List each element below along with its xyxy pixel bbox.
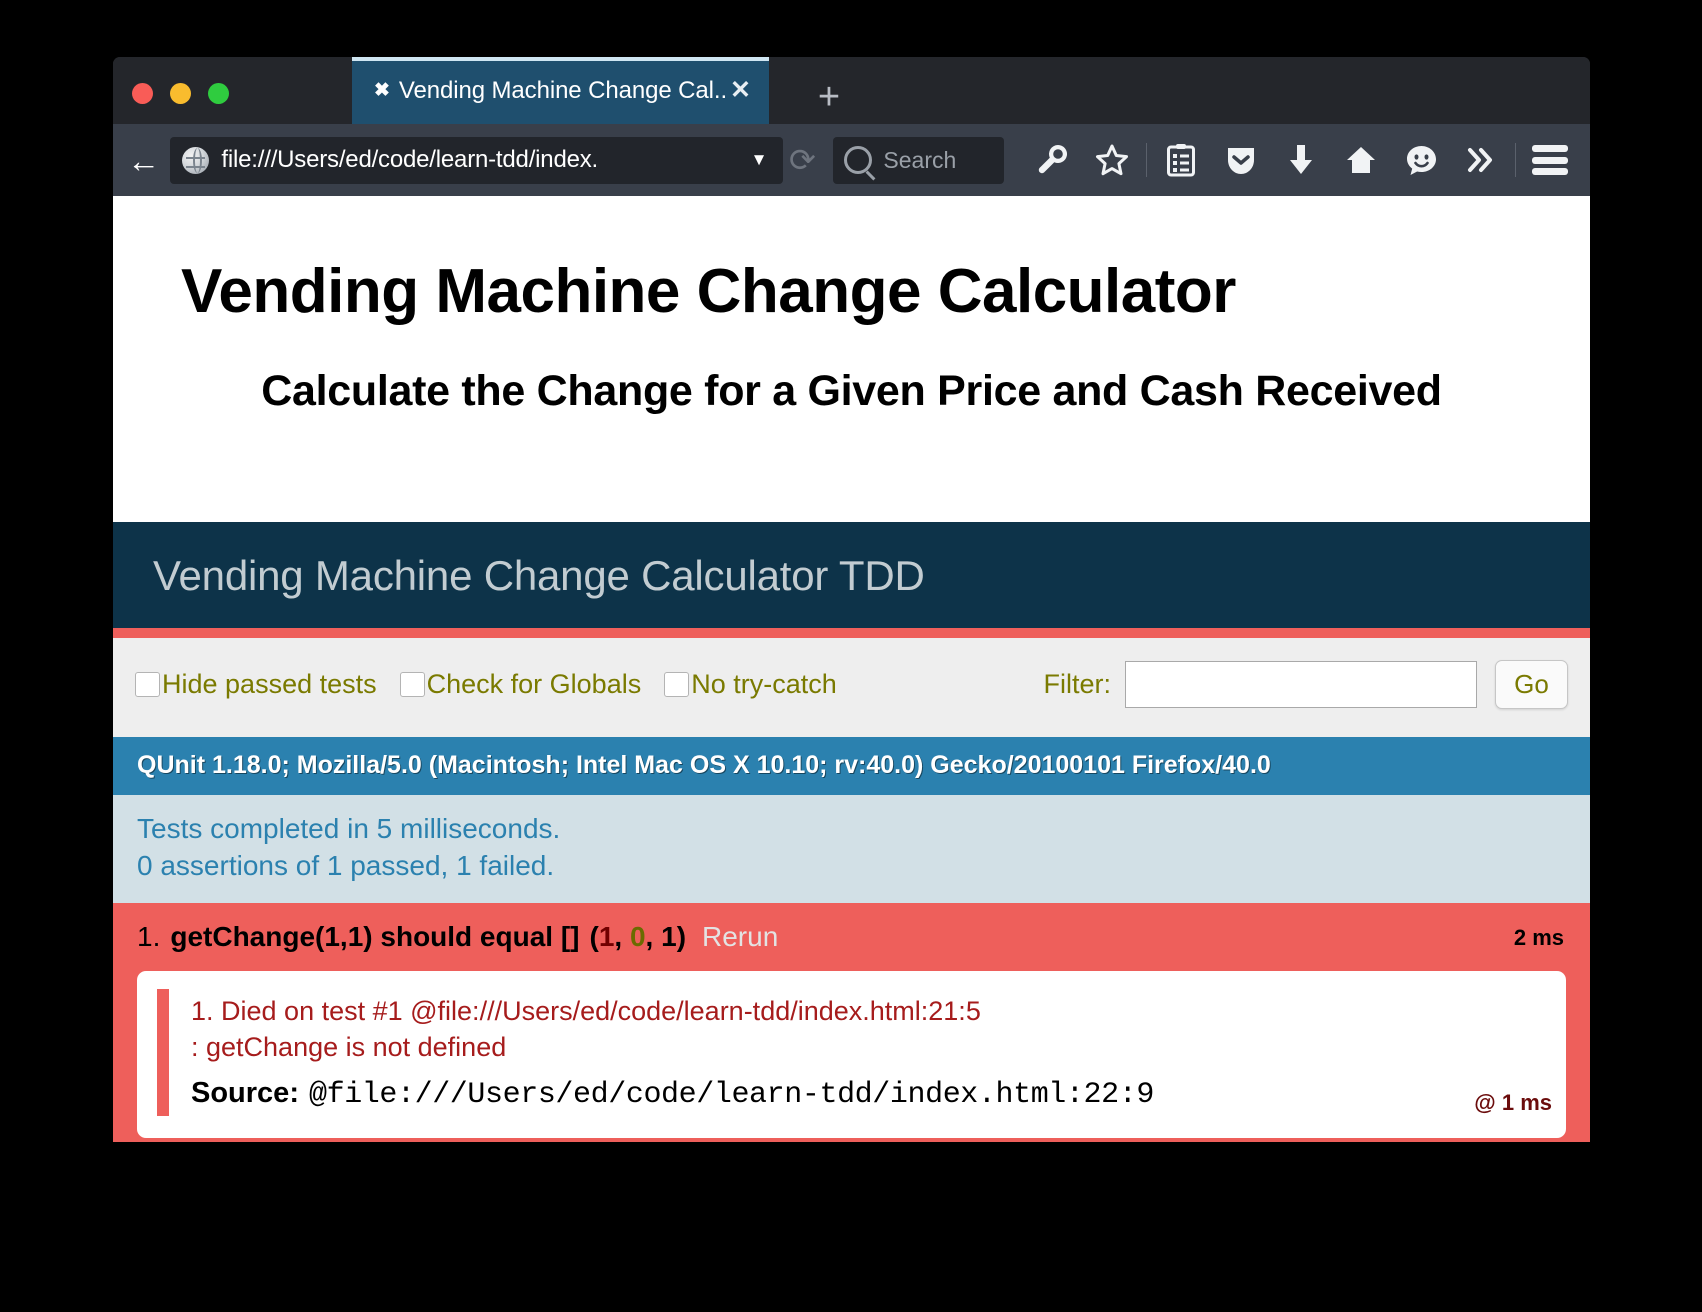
browser-window: ✖ Vending Machine Change Cal... ✕ + ← fi… — [113, 57, 1590, 1142]
navigation-toolbar: ← file:///Users/ed/code/learn-tdd/index.… — [113, 124, 1590, 196]
tab-favicon-icon: ✖ — [374, 80, 390, 101]
test-counter: 1. — [137, 920, 161, 952]
assertion-message-line-2: : getChange is not defined — [191, 1032, 507, 1063]
zoom-window-button[interactable] — [208, 83, 229, 104]
toolbar-divider — [1146, 143, 1147, 177]
assertion-item-failed: 1. Died on test #1 @file:///Users/ed/cod… — [157, 988, 1546, 1117]
home-icon[interactable] — [1331, 134, 1391, 186]
counts-total: 1 — [661, 920, 677, 952]
hamburger-menu-icon[interactable] — [1520, 134, 1580, 186]
assertion-message-line-1: 1. Died on test #1 @file:///Users/ed/cod… — [191, 995, 981, 1026]
page-content: Vending Machine Change Calculator Calcul… — [113, 196, 1590, 1142]
window-controls — [132, 83, 229, 104]
smiley-icon[interactable] — [1391, 134, 1451, 186]
checkbox-box-icon[interactable] — [135, 672, 160, 697]
browser-tab-active[interactable]: ✖ Vending Machine Change Cal... ✕ — [352, 57, 769, 124]
checkbox-hide-passed-tests[interactable]: Hide passed tests — [135, 669, 377, 700]
checkbox-label: No try-catch — [691, 669, 837, 699]
test-runtime: 2 ms — [1513, 924, 1564, 950]
counts-sep-2: , — [645, 920, 662, 952]
go-button[interactable]: Go — [1495, 660, 1568, 709]
screen-root: ✖ Vending Machine Change Cal... ✕ + ← fi… — [0, 0, 1702, 1312]
assertions-summary-line: 0 assertions of 1 passed, 1 failed. — [137, 849, 555, 881]
qunit-toolbar: Hide passed tests Check for Globals No t… — [113, 638, 1590, 737]
back-arrow-icon[interactable]: ← — [123, 136, 164, 184]
checkbox-label: Check for Globals — [426, 669, 642, 699]
qunit-test-item-failed: 2 ms 1. getChange(1,1) should equal [] (… — [113, 902, 1590, 1142]
qunit-header: Vending Machine Change Calculator TDD — [113, 522, 1590, 638]
page-hero: Vending Machine Change Calculator Calcul… — [113, 196, 1590, 522]
checkbox-check-for-globals[interactable]: Check for Globals — [399, 669, 642, 700]
close-window-button[interactable] — [132, 83, 153, 104]
counts-passed: 0 — [629, 920, 646, 952]
chevron-double-right-icon[interactable] — [1451, 134, 1511, 186]
counts-open-paren: ( — [589, 920, 599, 952]
toolbar-icon-group — [1022, 134, 1580, 186]
qunit-checkbox-group: Hide passed tests Check for Globals No t… — [135, 669, 860, 700]
filter-input[interactable] — [1125, 661, 1477, 708]
downloads-icon[interactable] — [1271, 134, 1331, 186]
test-name: getChange(1,1) should equal [] — [170, 920, 580, 952]
globe-icon — [182, 146, 210, 174]
chevron-down-icon[interactable]: ▼ — [751, 150, 768, 170]
tab-title: Vending Machine Change Cal... — [398, 76, 727, 104]
page-title: Vending Machine Change Calculator — [181, 257, 1236, 326]
filter-label: Filter: — [1043, 669, 1112, 699]
qunit-test-result-summary: Tests completed in 5 milliseconds. 0 ass… — [113, 795, 1590, 903]
rerun-link[interactable]: Rerun — [702, 921, 778, 953]
counts-close-paren: ) — [676, 920, 687, 952]
assertion-source-value: @file:///Users/ed/code/learn-tdd/index.h… — [308, 1078, 1154, 1113]
assertion-source: Source: @file:///Users/ed/code/learn-tdd… — [191, 1077, 1546, 1112]
counts-failed: 1 — [598, 920, 615, 952]
page-subtitle: Calculate the Change for a Given Price a… — [261, 367, 1442, 416]
search-bar[interactable]: Search — [833, 136, 1004, 184]
wrench-icon[interactable] — [1022, 134, 1082, 186]
reload-icon[interactable]: ⟳ — [785, 137, 819, 184]
search-input-placeholder[interactable]: Search — [883, 147, 956, 174]
search-icon — [844, 146, 873, 174]
minimize-window-button[interactable] — [170, 83, 191, 104]
checkbox-box-icon[interactable] — [399, 672, 425, 697]
checkbox-box-icon[interactable] — [664, 672, 690, 697]
checkbox-no-try-catch[interactable]: No try-catch — [664, 669, 837, 700]
checkbox-label: Hide passed tests — [162, 669, 377, 699]
reader-list-icon[interactable] — [1151, 134, 1211, 186]
assertion-list: @ 1 ms 1. Died on test #1 @file:///Users… — [137, 970, 1566, 1139]
close-icon[interactable]: ✕ — [726, 78, 755, 103]
test-counts: (1, 0, 1) — [590, 921, 687, 953]
url-text: file:///Users/ed/code/learn-tdd/index. — [221, 146, 599, 173]
pocket-icon[interactable] — [1211, 134, 1271, 186]
star-icon[interactable] — [1082, 134, 1142, 186]
qunit-useragent: QUnit 1.18.0; Mozilla/5.0 (Macintosh; In… — [113, 737, 1590, 795]
counts-sep-1: , — [614, 920, 630, 952]
toolbar-divider-2 — [1515, 143, 1516, 177]
new-tab-button[interactable]: + — [803, 74, 855, 122]
tab-strip: ✖ Vending Machine Change Cal... ✕ + — [113, 57, 1590, 124]
tests-completed-line: Tests completed in 5 milliseconds. — [137, 813, 561, 844]
address-bar[interactable]: file:///Users/ed/code/learn-tdd/index. ▼ — [170, 136, 784, 184]
assertion-source-label: Source: — [191, 1077, 299, 1110]
test-name-row: 1. getChange(1,1) should equal [] (1, 0,… — [137, 921, 1566, 953]
